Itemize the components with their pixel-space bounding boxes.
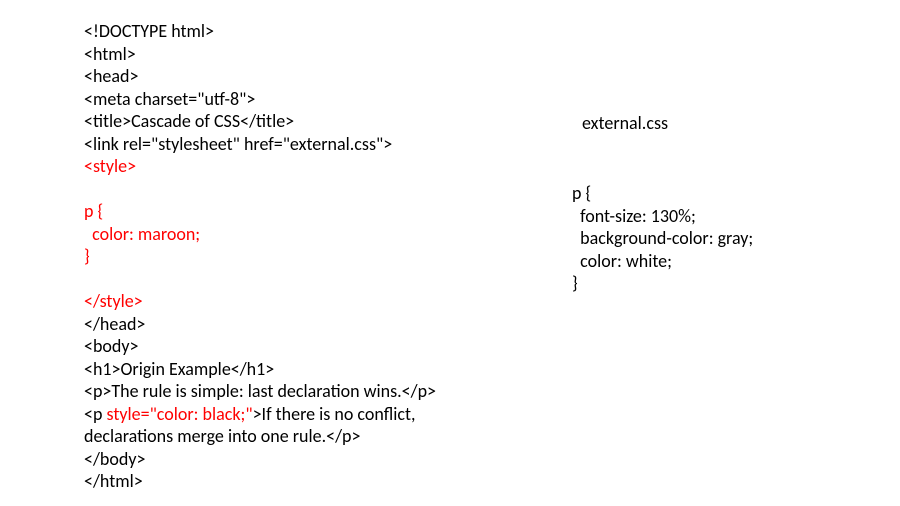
- code-line: <body>: [84, 335, 484, 358]
- external-css-filename: external.css: [582, 112, 668, 135]
- code-line: </body>: [84, 448, 484, 471]
- code-line: color: white;: [572, 250, 753, 273]
- code-line: </head>: [84, 313, 484, 336]
- code-line: declarations merge into one rule.</p>: [84, 425, 484, 448]
- code-line: <meta charset="utf-8">: [84, 88, 484, 111]
- code-line: font-size: 130%;: [572, 205, 753, 228]
- code-line-blank: [84, 268, 484, 291]
- code-line: <p>The rule is simple: last declaration …: [84, 380, 484, 403]
- inline-style-highlight: style="color: black;": [107, 403, 253, 425]
- code-line-highlight: }: [84, 245, 484, 268]
- code-line: <h1>Origin Example</h1>: [84, 358, 484, 381]
- code-line-highlight: color: maroon;: [84, 223, 484, 246]
- code-line: <head>: [84, 65, 484, 88]
- code-line: background-color: gray;: [572, 227, 753, 250]
- code-line-highlight: p {: [84, 200, 484, 223]
- code-line: </html>: [84, 470, 484, 493]
- code-line: <title>Cascade of CSS</title>: [84, 110, 484, 133]
- code-line: <p style="color: black;">If there is no …: [84, 403, 484, 426]
- html-source-code: <!DOCTYPE html> <html> <head> <meta char…: [84, 20, 484, 493]
- code-line-highlight: <style>: [84, 155, 484, 178]
- code-line: }: [572, 272, 753, 295]
- code-line: <html>: [84, 43, 484, 66]
- code-line: <link rel="stylesheet" href="external.cs…: [84, 133, 484, 156]
- code-line-highlight: </style>: [84, 290, 484, 313]
- external-css-code: p { font-size: 130%; background-color: g…: [572, 182, 753, 295]
- code-line: <!DOCTYPE html>: [84, 20, 484, 43]
- code-line-blank: [84, 178, 484, 201]
- code-line: p {: [572, 182, 753, 205]
